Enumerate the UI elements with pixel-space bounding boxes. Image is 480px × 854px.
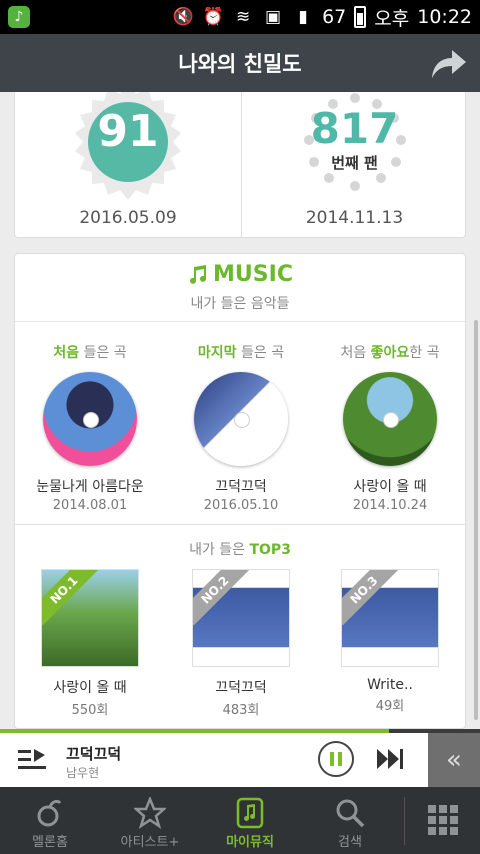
melon-home-icon bbox=[37, 799, 62, 827]
album-disc bbox=[43, 372, 137, 466]
bottom-nav: 멜론홈 아티스트+ 마이뮤직 검색 bbox=[0, 787, 480, 854]
nav-melon-home[interactable]: 멜론홈 bbox=[0, 787, 100, 854]
music-history-card: MUSIC 내가 들은 음악들 처음 들은 곡 눈물나게 아름다운 2014.0… bbox=[14, 253, 466, 729]
alarm-icon: ⏰ bbox=[202, 7, 224, 27]
rank-ribbon: NO.1 bbox=[42, 570, 100, 626]
my-music-icon bbox=[236, 797, 264, 829]
wifi-icon: ≋ bbox=[235, 7, 251, 27]
search-icon bbox=[336, 799, 365, 828]
header-bar: 나와의 친밀도 bbox=[0, 34, 480, 92]
signal-icon: ▮ bbox=[298, 7, 308, 27]
first-liked-song[interactable]: 처음 좋아요한 곡 사랑이 올 때 2014.10.24 bbox=[315, 342, 465, 513]
music-subtitle: 내가 들은 음악들 bbox=[190, 295, 290, 312]
battery-icon bbox=[354, 6, 367, 28]
mute-icon: 🔇 bbox=[172, 7, 194, 27]
fan-rank-date: 2014.11.13 bbox=[305, 208, 404, 228]
album-cover: NO.1 bbox=[41, 569, 139, 667]
now-playing-bar: 끄덕끄덕 남우현 « bbox=[0, 733, 480, 787]
intimacy-stats-card: 91 2016.05.09 817 번째 팬 2014.11.13 bbox=[14, 92, 466, 238]
album-disc bbox=[194, 372, 288, 466]
music-section-header: MUSIC 내가 들은 음악들 bbox=[15, 262, 465, 313]
sim-icon: ▣ bbox=[265, 7, 282, 27]
top3-header: 내가 들은 TOP3 bbox=[189, 542, 291, 558]
album-disc bbox=[343, 372, 437, 466]
song-title: 눈물나게 아름다운 bbox=[36, 479, 144, 495]
last-played-song[interactable]: 마지막 들은 곡 끄덕끄덕 2016.05.10 bbox=[166, 342, 316, 513]
play-count: 49회 bbox=[375, 699, 405, 714]
status-ampm: 오후 bbox=[374, 7, 410, 30]
fan-rank-value: 817 bbox=[310, 104, 399, 153]
top3-item-2[interactable]: NO.2 끄덕끄덕 483회 bbox=[166, 569, 316, 718]
first-played-song[interactable]: 처음 들은 곡 눈물나게 아름다운 2014.08.01 bbox=[15, 342, 165, 513]
melon-app-icon: ♪ bbox=[8, 6, 30, 28]
song-date: 2014.10.24 bbox=[352, 498, 428, 513]
battery-percent: 67 bbox=[322, 6, 347, 28]
status-icons: 🔇 ⏰ ≋ ▣ ▮ 67 오후 10:22 bbox=[172, 0, 472, 34]
divider bbox=[15, 321, 465, 322]
music-note-icon bbox=[190, 264, 207, 284]
music-title: MUSIC bbox=[213, 262, 293, 287]
song-title: 끄덕끄덕 bbox=[215, 680, 267, 696]
divider bbox=[15, 524, 465, 525]
play-count: 550회 bbox=[71, 703, 109, 718]
page-title: 나와의 친밀도 bbox=[178, 52, 302, 76]
song-title: 사랑이 올 때 bbox=[353, 479, 427, 495]
star-icon bbox=[134, 797, 166, 829]
top3-item-1[interactable]: NO.1 사랑이 올 때 550회 bbox=[15, 569, 165, 718]
status-bar: ♪ 🔇 ⏰ ≋ ▣ ▮ 67 오후 10:22 bbox=[0, 0, 480, 34]
collapse-player-button[interactable]: « bbox=[428, 733, 480, 787]
fan-rank-stat: 817 번째 팬 2014.11.13 bbox=[241, 92, 467, 238]
nav-artist-plus[interactable]: 아티스트+ bbox=[100, 787, 200, 854]
song-date: 2016.05.10 bbox=[203, 498, 279, 513]
pause-button[interactable] bbox=[318, 741, 354, 777]
song-title: 사랑이 올 때 bbox=[53, 680, 127, 696]
song-title: 끄덕끄덕 bbox=[215, 479, 267, 495]
temperature-stat: 91 2016.05.09 bbox=[15, 92, 241, 238]
nav-my-music[interactable]: 마이뮤직 bbox=[200, 787, 300, 854]
next-track-icon[interactable] bbox=[377, 746, 405, 772]
grid-menu-icon[interactable] bbox=[428, 805, 458, 835]
now-playing-artist: 남우현 bbox=[66, 766, 100, 780]
nav-divider bbox=[404, 797, 405, 845]
temperature-date: 2016.05.09 bbox=[79, 208, 177, 228]
status-time: 10:22 bbox=[417, 6, 472, 28]
play-count: 483회 bbox=[222, 703, 260, 718]
album-cover: NO.2 bbox=[192, 569, 290, 667]
rank-ribbon: NO.2 bbox=[193, 570, 251, 626]
now-playing-title: 끄덕끄덕 bbox=[66, 745, 122, 763]
scrollbar[interactable] bbox=[474, 320, 478, 720]
playlist-icon[interactable] bbox=[18, 747, 46, 773]
song-title: Write.. bbox=[367, 677, 413, 693]
song-date: 2014.08.01 bbox=[52, 498, 128, 513]
share-icon[interactable] bbox=[430, 46, 468, 80]
nav-search[interactable]: 검색 bbox=[300, 787, 400, 854]
fan-rank-label: 번째 팬 bbox=[331, 154, 378, 172]
top3-item-3[interactable]: NO.3 Write.. 49회 bbox=[315, 569, 465, 714]
temperature-value: 91 bbox=[97, 106, 159, 157]
album-cover: NO.3 bbox=[341, 569, 439, 667]
rank-ribbon: NO.3 bbox=[342, 570, 400, 626]
